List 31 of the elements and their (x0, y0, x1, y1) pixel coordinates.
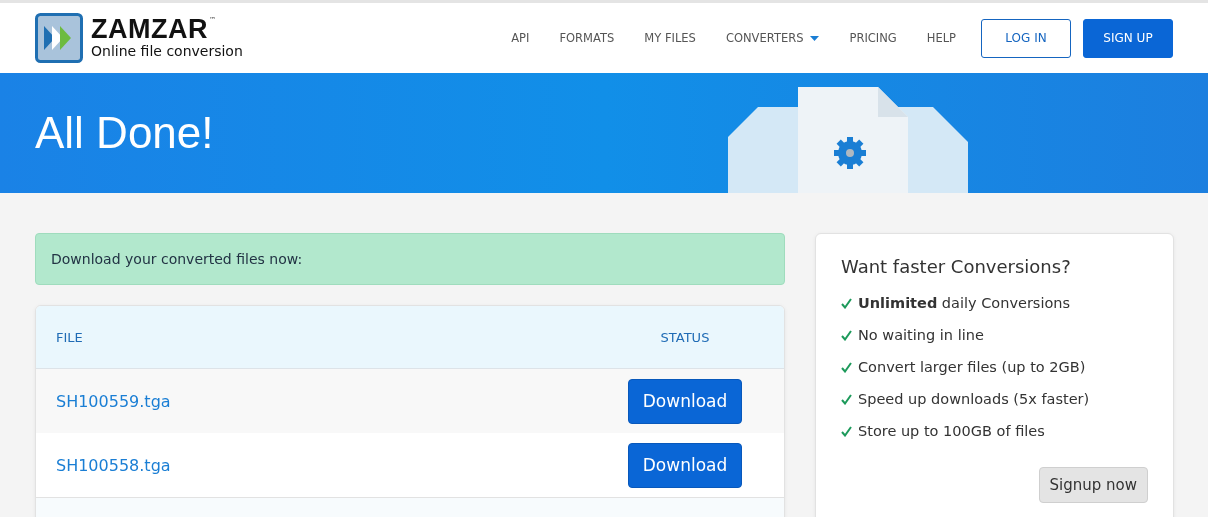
nav-link[interactable]: MY FILES (629, 31, 711, 45)
download-button[interactable]: Download (628, 378, 742, 424)
feature-text: No waiting in line (858, 327, 984, 343)
feature-text: Convert larger files (up to 2GB) (858, 359, 1086, 375)
nav-link[interactable]: API (496, 31, 545, 45)
file-link[interactable]: SH100558.tga (56, 455, 628, 475)
logo-icon (35, 13, 83, 63)
column-header: STATUS (659, 329, 711, 345)
check-icon (841, 393, 852, 405)
nav-link[interactable]: HELP (911, 31, 971, 45)
check-icon (841, 425, 852, 437)
check-icon (841, 297, 852, 309)
file-link[interactable]: SH100559.tga (56, 391, 628, 411)
feature-text: Store up to 100GB of files (858, 423, 1045, 439)
nav-link[interactable]: PRICING (834, 31, 912, 45)
nav-link[interactable]: CONVERTERS (710, 31, 835, 45)
success-alert: Download your converted files now: (35, 233, 785, 285)
download-button[interactable]: Download (628, 442, 742, 488)
logo-wordmark[interactable]: ZAMZAR (91, 16, 208, 43)
column-header: FILE (56, 329, 84, 345)
promo-title: Want faster Conversions? (841, 256, 1072, 277)
feature-text: Unlimited daily Conversions (858, 295, 1071, 311)
page-title: All Done! (35, 108, 214, 158)
signup-now-button[interactable]: Signup now (1038, 467, 1148, 503)
signup-button[interactable]: SIGN UP (1083, 18, 1173, 58)
check-icon (841, 329, 852, 341)
check-icon (841, 361, 852, 373)
login-button[interactable]: LOG IN (981, 18, 1071, 58)
feature-text: Speed up downloads (5x faster) (858, 391, 1090, 407)
logo-tagline: Online file conversion (91, 43, 243, 60)
nav-link[interactable]: FORMATS (544, 31, 630, 45)
